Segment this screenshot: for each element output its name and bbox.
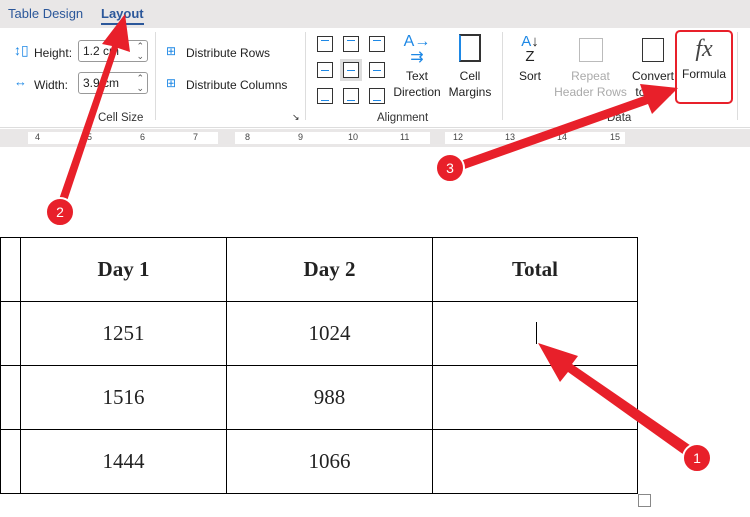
step-2-badge: 2 [45,197,75,227]
svg-text:2: 2 [56,204,64,220]
step-1-badge: 1 [682,443,712,473]
step-3-badge: 3 [435,153,465,183]
svg-text:1: 1 [693,450,701,466]
arrow-2 [56,14,130,210]
svg-text:3: 3 [446,160,454,176]
arrow-3 [452,84,678,172]
arrow-1 [538,343,700,462]
annotation-overlay: 2 3 1 [45,14,712,473]
